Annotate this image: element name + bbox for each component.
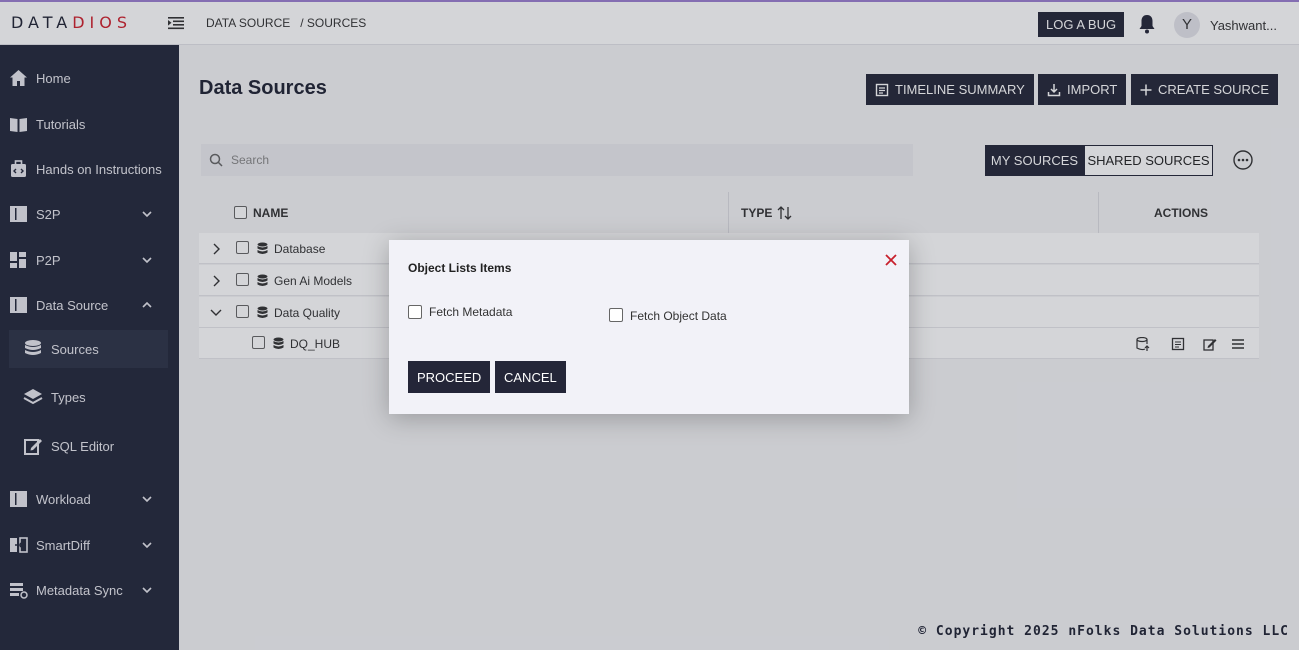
close-icon[interactable] [884,253,898,267]
fetch-metadata-option[interactable]: Fetch Metadata [408,305,512,319]
fetch-object-data-checkbox[interactable] [609,307,623,322]
object-lists-dialog: Object Lists Items Fetch Metadata Fetch … [389,240,909,414]
option-label: Fetch Metadata [429,305,513,319]
dialog-title: Object Lists Items [408,261,512,275]
option-label: Fetch Object Data [630,309,727,323]
fetch-metadata-checkbox[interactable] [408,305,422,319]
fetch-object-data-option[interactable]: Fetch Object Data [609,306,727,323]
proceed-button[interactable]: PROCEED [408,361,491,393]
cancel-button[interactable]: CANCEL [495,361,566,393]
